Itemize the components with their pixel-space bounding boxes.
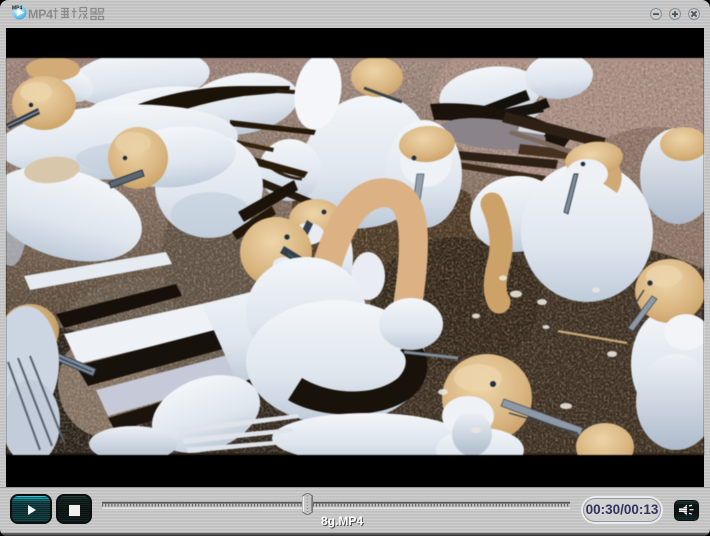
svg-text:MP4: MP4 bbox=[12, 6, 23, 12]
svg-text:MP4: MP4 bbox=[28, 8, 53, 22]
